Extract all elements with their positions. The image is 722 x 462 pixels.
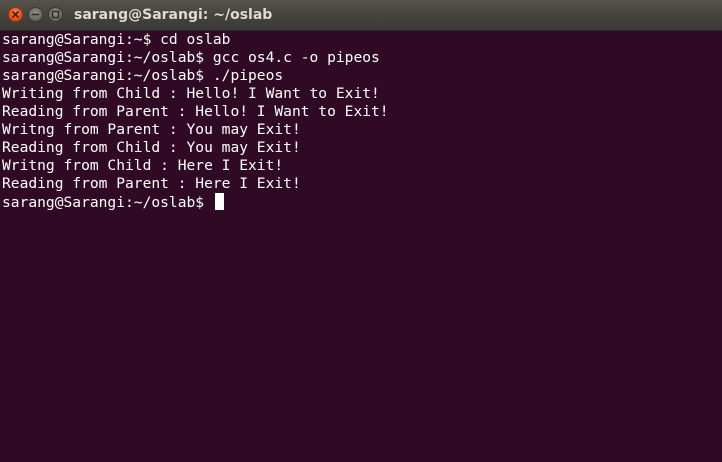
terminal-output[interactable]: sarang@Sarangi:~$ cd oslab sarang@Sarang… xyxy=(0,31,722,462)
terminal-line: Writing from Child : Hello! I Want to Ex… xyxy=(2,85,380,102)
maximize-icon xyxy=(51,10,60,19)
terminal-line: Reading from Parent : Hello! I Want to E… xyxy=(2,103,389,120)
terminal-line: sarang@Sarangi:~/oslab$ ./pipeos xyxy=(2,67,284,84)
minimize-icon xyxy=(31,13,40,16)
close-button[interactable] xyxy=(8,7,23,22)
terminal-window: sarang@Sarangi: ~/oslab sarang@Sarangi:~… xyxy=(0,0,722,462)
prompt-line[interactable]: sarang@Sarangi:~/oslab$ xyxy=(2,193,722,211)
terminal-line: Reading from Parent : Here I Exit! xyxy=(2,175,301,192)
close-icon xyxy=(12,11,19,18)
terminal-line: Reading from Child : You may Exit! xyxy=(2,139,301,156)
terminal-line: Writng from Child : Here I Exit! xyxy=(2,157,284,174)
minimize-button[interactable] xyxy=(28,7,43,22)
window-title: sarang@Sarangi: ~/oslab xyxy=(74,7,273,23)
text-cursor xyxy=(214,193,224,210)
shell-prompt: sarang@Sarangi:~/oslab$ xyxy=(2,194,213,211)
title-bar[interactable]: sarang@Sarangi: ~/oslab xyxy=(0,0,722,31)
terminal-line: sarang@Sarangi:~$ cd oslab xyxy=(2,31,231,48)
terminal-line: sarang@Sarangi:~/oslab$ gcc os4.c -o pip… xyxy=(2,49,380,66)
terminal-line: Writng from Parent : You may Exit! xyxy=(2,121,301,138)
maximize-button[interactable] xyxy=(48,7,63,22)
